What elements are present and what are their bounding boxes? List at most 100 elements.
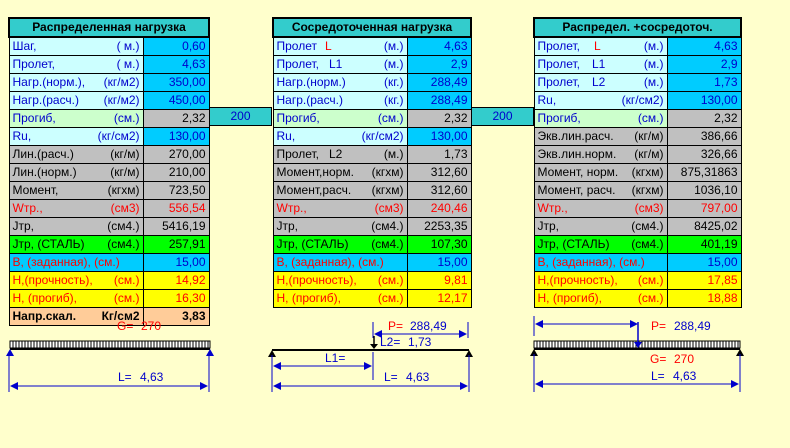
ru-value-cell[interactable]: 130,00 bbox=[142, 127, 210, 146]
row-label-cell: Момент, норм. (кгхм) bbox=[533, 163, 668, 182]
row-symbol: L2 bbox=[592, 75, 606, 89]
row-label: Jтр, (СТАЛЬ) bbox=[537, 237, 610, 251]
span-value-cell[interactable]: 4,63 bbox=[666, 36, 742, 56]
span-value-cell[interactable]: 4,63 bbox=[142, 55, 210, 74]
row-label: H, (прогиб), bbox=[537, 291, 602, 305]
row-label: Прогиб, bbox=[12, 111, 56, 125]
row-label: Экв.лин.расч. bbox=[537, 129, 614, 143]
g-label: G= bbox=[650, 352, 666, 366]
row-unit: ( м.) bbox=[116, 39, 140, 53]
row-unit: (кгхм) bbox=[371, 183, 404, 197]
result-value-cell: 401,19 bbox=[666, 235, 742, 254]
row-unit: (м.) bbox=[383, 147, 404, 161]
table-row: H, (прогиб), (см.) 18,88 bbox=[533, 289, 742, 308]
span-l1-value-cell[interactable]: 2,9 bbox=[666, 55, 742, 74]
row-label-cell: Wтр., (см3) bbox=[533, 199, 668, 218]
result-value-cell: 556,54 bbox=[142, 199, 210, 218]
row-label-cell: Jтр, (СТАЛЬ) (см4.) bbox=[8, 235, 144, 254]
span-l2-value-cell[interactable]: 1,73 bbox=[666, 73, 742, 92]
result-value-cell: 9,81 bbox=[406, 271, 472, 290]
row-label: Напр.скал. bbox=[12, 309, 77, 323]
span-value-cell[interactable]: 4,63 bbox=[406, 36, 472, 56]
l-value: 4,63 bbox=[140, 370, 164, 384]
row-unit: (м.) bbox=[383, 57, 404, 71]
row-unit: (см4.) bbox=[631, 237, 664, 251]
row-label-cell: Экв.лин.норм. (кг/м) bbox=[533, 145, 668, 164]
row-label-cell: Пролет, L1 (м.) bbox=[272, 55, 408, 74]
row-unit: (см3) bbox=[374, 201, 404, 215]
deflection-value-cell[interactable]: 2,32 bbox=[142, 109, 210, 128]
span-l1-value-cell[interactable]: 2,9 bbox=[406, 55, 472, 74]
table-distributed-load: Распределенная нагрузка Шаг, ( м.) 0,60 П… bbox=[7, 17, 211, 326]
row-unit: (кг/м) bbox=[110, 165, 140, 179]
table-row: Jтр, (СТАЛЬ) (см4.) 257,91 bbox=[8, 235, 210, 254]
diagram-concentrated: P= 288,49 L2= 1,73 L1= L= 4,63 bbox=[268, 319, 473, 392]
support-right-icon bbox=[206, 349, 214, 356]
row-label-cell: Ru, (кг/см2) bbox=[272, 127, 408, 146]
load-calc-value-cell[interactable]: 450,00 bbox=[142, 91, 210, 110]
row-label: H,(прочность), bbox=[12, 273, 93, 287]
row-label-cell: Jтр, (см4.) bbox=[8, 217, 144, 236]
table-row: Пролет L (м.) 4,63 bbox=[272, 36, 472, 56]
row-label-cell: Пролет, L (м.) bbox=[533, 36, 668, 56]
diagram-distributed: G= 270 L= 4,63 bbox=[6, 319, 214, 392]
row-unit: (кг/м2) bbox=[103, 75, 140, 89]
result-value-cell: 1036,10 bbox=[666, 181, 742, 200]
row-symbol: L1 bbox=[329, 57, 343, 71]
row-unit: (см.) bbox=[377, 111, 404, 125]
g-value: 270 bbox=[674, 352, 694, 366]
table-row: Wтр., (см3) 240,46 bbox=[272, 199, 472, 218]
row-label: B, (заданная), (см.) bbox=[537, 255, 645, 269]
row-label: Нагр.(расч.) bbox=[276, 93, 344, 107]
row-label: Ru, bbox=[12, 129, 32, 143]
ru-value-cell[interactable]: 130,00 bbox=[666, 91, 742, 110]
table-row: Нагр.(норм.), (кг/м2) 350,00 bbox=[8, 73, 210, 92]
row-label-cell: Ru, (кг/см2) bbox=[533, 91, 668, 110]
table-row: Напр.скал. Кг/см2 3,83 bbox=[8, 307, 210, 326]
load-norm-value-cell[interactable]: 350,00 bbox=[142, 73, 210, 92]
step-value-cell[interactable]: 0,60 bbox=[142, 36, 210, 56]
row-unit: (см.) bbox=[113, 273, 140, 287]
row-unit: (см.) bbox=[637, 111, 664, 125]
ru-value-cell[interactable]: 130,00 bbox=[406, 127, 472, 146]
row-label-cell: Wтр., (см3) bbox=[8, 199, 144, 218]
load-hatch bbox=[536, 341, 739, 348]
row-label: Пролет, bbox=[276, 57, 320, 71]
row-unit: (кг/см2) bbox=[361, 129, 404, 143]
result-value-cell: 326,66 bbox=[666, 145, 742, 164]
deflection-value-cell[interactable]: 2,32 bbox=[406, 109, 472, 128]
table-row: Нагр.(норм.) (кг.) 288,49 bbox=[272, 73, 472, 92]
row-label-cell: Экв.лин.расч. (кг/м) bbox=[533, 127, 668, 146]
row-label: Момент, bbox=[12, 183, 59, 197]
width-value-cell[interactable]: 15,00 bbox=[142, 253, 210, 272]
result-value-cell: 797,00 bbox=[666, 199, 742, 218]
table-row: Экв.лин.норм. (кг/м) 326,66 bbox=[533, 145, 742, 164]
row-label-cell: Лин.(норм.) (кг/м) bbox=[8, 163, 144, 182]
result-value-cell: 107,30 bbox=[406, 235, 472, 254]
deflection-value-cell[interactable]: 2,32 bbox=[666, 109, 742, 128]
row-unit: (кгхм) bbox=[631, 183, 664, 197]
table-row: Момент, норм. (кгхм) 875,31863 bbox=[533, 163, 742, 182]
row-label: Ru, bbox=[276, 129, 296, 143]
table-row: Пролет, L2 (м.) 1,73 bbox=[533, 73, 742, 92]
load-calc-value-cell[interactable]: 288,49 bbox=[406, 91, 472, 110]
result-value-cell: 1,73 bbox=[406, 145, 472, 164]
support-left-icon bbox=[268, 350, 276, 357]
link-cell-2[interactable]: 200 bbox=[471, 107, 534, 126]
row-symbol: L bbox=[324, 39, 332, 53]
row-label: H, (прогиб), bbox=[276, 291, 341, 305]
row-unit: (см4.) bbox=[371, 237, 404, 251]
load-norm-value-cell[interactable]: 288,49 bbox=[406, 73, 472, 92]
table-concentrated-load: Сосредоточенная нагрузка Пролет L (м.) 4,6… bbox=[272, 17, 472, 308]
width-value-cell[interactable]: 15,00 bbox=[666, 253, 742, 272]
table-row: Прогиб, (см.) 2,32 bbox=[272, 109, 472, 128]
row-label-cell: Момент,норм. (кгхм) bbox=[272, 163, 408, 182]
result-value-cell: 12,17 bbox=[406, 289, 472, 308]
row-label: Пролет bbox=[276, 39, 317, 53]
link-cell-1[interactable]: 200 bbox=[209, 107, 272, 126]
width-value-cell[interactable]: 15,00 bbox=[406, 253, 472, 272]
row-label-cell: Wтр., (см3) bbox=[272, 199, 408, 218]
row-unit: (см4.) bbox=[371, 219, 404, 233]
table-row: H,(прочность), (см.) 14,92 bbox=[8, 271, 210, 290]
support-right-icon bbox=[465, 350, 473, 357]
